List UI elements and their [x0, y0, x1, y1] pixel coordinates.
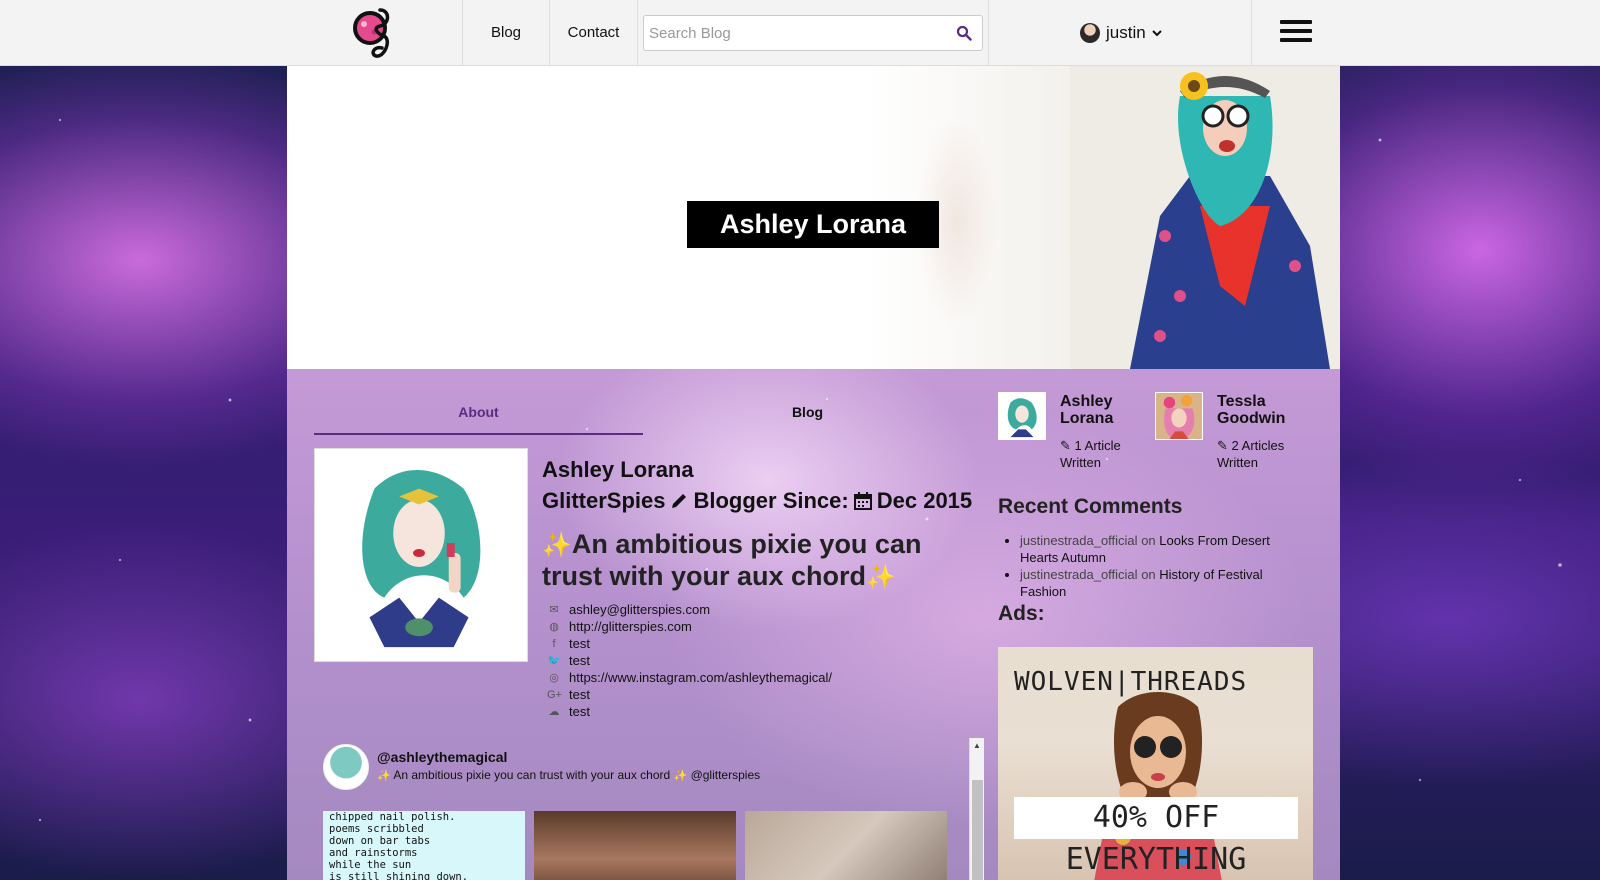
envelope-icon: ✉: [549, 604, 559, 616]
bio-text: An ambitious pixie you can trust with yo…: [542, 529, 922, 591]
nav-divider: [637, 0, 638, 66]
calendar-icon: [853, 492, 872, 510]
blogger-since: GlitterSpies Blogger Since: Dec 2015: [542, 488, 972, 514]
instagram-bio: ✨ An ambitious pixie you can trust with …: [377, 768, 760, 782]
contact-website: ◍ http://glitterspies.com: [547, 618, 832, 635]
since-prefix: GlitterSpies: [542, 488, 666, 513]
contact-soundcloud-value[interactable]: test: [569, 704, 590, 719]
comment-on: on: [1141, 567, 1156, 582]
soundcloud-icon: ☁: [548, 706, 560, 718]
sparkle-icon: ✨: [377, 770, 391, 782]
list-item: justinestrada_official on Looks From Des…: [1020, 532, 1305, 566]
author-article-count: ✎ 1 Article Written: [1060, 437, 1155, 471]
profile-banner: Ashley Lorana: [287, 66, 1340, 369]
author-thumbnail: [998, 392, 1046, 440]
contact-facebook-value[interactable]: test: [569, 636, 590, 651]
pencil-icon: ✎: [1060, 438, 1071, 453]
recent-comments-title: Recent Comments: [998, 495, 1183, 518]
globe-icon: ◍: [549, 621, 559, 633]
since-label: Blogger Since:: [693, 488, 849, 513]
poem-line: poems scribbled: [329, 823, 424, 835]
nav-contact-link[interactable]: Contact: [550, 0, 637, 66]
since-date: Dec 2015: [876, 488, 973, 513]
contact-twitter: 🐦 test: [547, 652, 832, 669]
poem-line: down on bar tabs: [329, 835, 431, 847]
contact-facebook: f test: [547, 635, 832, 652]
author-name[interactable]: Ashley Lorana: [1060, 393, 1150, 427]
top-nav: Blog Contact justin: [0, 0, 1600, 66]
google-plus-icon: G+: [547, 688, 562, 701]
main-column: Ashley Lorana About Blog Ashley Lorana G…: [287, 66, 1340, 880]
article-count-text: 2 Articles Written: [1217, 438, 1285, 470]
list-item: justinestrada_official on History of Fes…: [1020, 566, 1305, 600]
nav-divider: [988, 0, 989, 66]
instagram-post-photo[interactable]: [534, 811, 736, 880]
comment-author[interactable]: justinestrada_official: [1020, 567, 1138, 582]
contact-google-plus-value[interactable]: test: [569, 687, 590, 702]
scrollbar-thumb[interactable]: [972, 780, 983, 880]
instagram-icon: ◎: [549, 672, 559, 684]
facebook-icon: f: [552, 637, 556, 650]
search-box: [643, 15, 983, 51]
banner-photo: [1070, 66, 1340, 369]
instagram-scrollbar[interactable]: ▲: [969, 738, 984, 880]
user-avatar: [1080, 23, 1100, 43]
tab-about[interactable]: About: [314, 389, 643, 435]
contact-website-value[interactable]: http://glitterspies.com: [569, 619, 692, 634]
contact-twitter-value[interactable]: test: [569, 653, 590, 668]
instagram-handle[interactable]: @ashleythemagical: [377, 749, 507, 765]
sparkle-icon: ✨: [673, 770, 688, 782]
ad-promo: 40% OFF EVERYTHING: [1014, 797, 1298, 877]
user-menu[interactable]: justin: [1080, 18, 1162, 48]
contact-soundcloud: ☁ test: [547, 703, 832, 720]
instagram-post-poem[interactable]: chipped nail polish. poems scribbled dow…: [323, 811, 525, 880]
username: justin: [1106, 23, 1146, 42]
tab-blog[interactable]: Blog: [643, 389, 972, 435]
pencil-icon: [672, 494, 687, 508]
banner-name-plate: Ashley Lorana: [687, 201, 939, 248]
instagram-widget: @ashleythemagical ✨ An ambitious pixie y…: [314, 738, 984, 880]
pencil-icon: ✎: [1217, 438, 1228, 453]
chevron-down-icon: [1151, 30, 1162, 37]
search-input[interactable]: [644, 16, 934, 50]
poem-line: while the sun: [329, 859, 412, 871]
ads-title: Ads:: [998, 602, 1045, 625]
profile-content: About Blog Ashley Lorana GlitterSpies Bl…: [287, 369, 1340, 880]
recent-comments-list: justinestrada_official on Looks From Des…: [1020, 532, 1305, 600]
author-thumbnail: [1155, 392, 1203, 440]
instagram-post-photo[interactable]: [745, 811, 947, 880]
author-article-count: ✎ 2 Articles Written: [1217, 437, 1312, 471]
contact-list: ✉ ashley@glitterspies.com ◍ http://glitt…: [547, 601, 832, 720]
instagram-avatar[interactable]: [323, 744, 369, 790]
contact-instagram-value[interactable]: https://www.instagram.com/ashleythemagic…: [569, 670, 832, 685]
sparkle-icon: ✨: [866, 564, 896, 591]
site-logo[interactable]: [350, 4, 396, 62]
profile-bio: ✨An ambitious pixie you can trust with y…: [542, 529, 962, 593]
ad-brand: WOLVEN|THREADS: [1014, 667, 1248, 697]
poem-line: is still shining down.: [329, 871, 469, 880]
profile-name: Ashley Lorana: [542, 457, 694, 482]
instagram-bio-text: An ambitious pixie you can trust with yo…: [393, 768, 671, 782]
profile-picture: [314, 448, 528, 662]
nav-blog-link[interactable]: Blog: [463, 0, 549, 66]
comment-on: on: [1141, 533, 1156, 548]
contact-google-plus: G+ test: [547, 686, 832, 703]
instagram-mention[interactable]: @glitterspies: [691, 768, 761, 782]
nav-divider: [1251, 0, 1252, 66]
sparkle-icon: ✨: [542, 532, 572, 559]
search-icon[interactable]: [956, 25, 972, 41]
contact-email: ✉ ashley@glitterspies.com: [547, 601, 832, 618]
poem-line: chipped nail polish.: [329, 811, 456, 823]
advertisement[interactable]: WOLVEN|THREADS 40% OFF EVERYTHING: [998, 647, 1313, 880]
poem-line: and rainstorms: [329, 847, 418, 859]
twitter-icon: 🐦: [547, 655, 561, 667]
scroll-up-arrow-icon[interactable]: ▲: [970, 738, 984, 754]
comment-author[interactable]: justinestrada_official: [1020, 533, 1138, 548]
contact-instagram: ◎ https://www.instagram.com/ashleythemag…: [547, 669, 832, 686]
author-name[interactable]: Tessla Goodwin: [1217, 393, 1307, 427]
hamburger-menu-icon[interactable]: [1280, 20, 1312, 46]
contact-email-value[interactable]: ashley@glitterspies.com: [569, 602, 710, 617]
